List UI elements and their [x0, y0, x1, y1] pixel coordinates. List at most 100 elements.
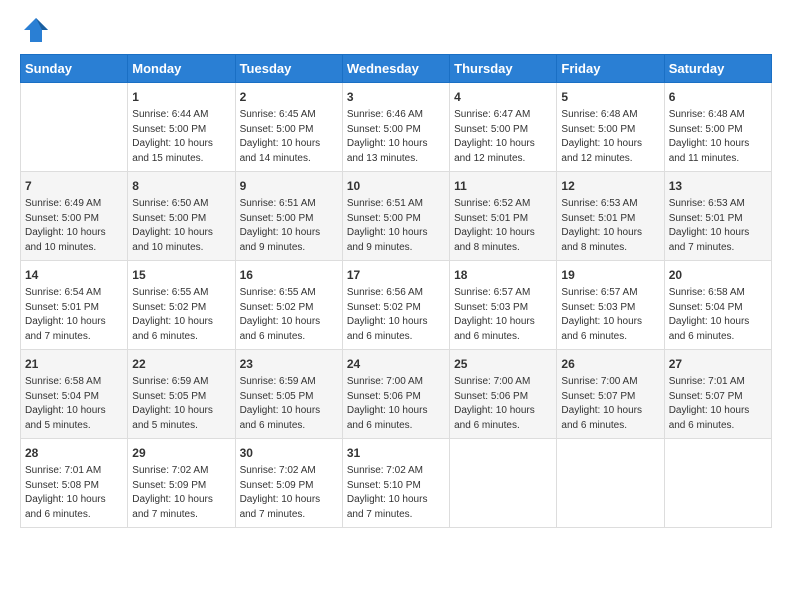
calendar-cell: 17Sunrise: 6:56 AM Sunset: 5:02 PM Dayli…: [342, 261, 449, 350]
day-content: Sunrise: 7:01 AM Sunset: 5:08 PM Dayligh…: [25, 464, 123, 522]
day-number: 28: [25, 444, 123, 462]
day-header-saturday: Saturday: [664, 55, 771, 83]
day-content: Sunrise: 6:57 AM Sunset: 5:03 PM Dayligh…: [561, 286, 659, 344]
day-number: 18: [454, 266, 552, 284]
day-number: 17: [347, 266, 445, 284]
calendar-cell: 6 Sunrise: 6:48 AM Sunset: 5:00 PM Daylig…: [664, 83, 771, 172]
day-number: 30: [240, 444, 338, 462]
calendar-week-1: 1Sunrise: 6:44 AM Sunset: 5:00 PM Daylig…: [21, 83, 772, 172]
calendar-week-3: 14Sunrise: 6:54 AM Sunset: 5:01 PM Dayli…: [21, 261, 772, 350]
day-content: Sunrise: 6:47 AM Sunset: 5:00 PM Dayligh…: [454, 108, 552, 166]
day-number: 10: [347, 177, 445, 195]
calendar-cell: [557, 439, 664, 528]
day-number: 16: [240, 266, 338, 284]
day-number: 4: [454, 88, 552, 106]
day-content: Sunrise: 6:59 AM Sunset: 5:05 PM Dayligh…: [240, 375, 338, 433]
calendar-cell: [664, 439, 771, 528]
calendar-cell: 12 Sunrise: 6:53 AM Sunset: 5:01 PM Dayli…: [557, 172, 664, 261]
calendar-week-2: 7 Sunrise: 6:49 AM Sunset: 5:00 PM Daylig…: [21, 172, 772, 261]
day-content: Sunrise: 6:48 AM Sunset: 5:00 PM Dayligh…: [669, 108, 767, 166]
day-number: 6: [669, 88, 767, 106]
day-content: Sunrise: 6:57 AM Sunset: 5:03 PM Dayligh…: [454, 286, 552, 344]
day-number: 3: [347, 88, 445, 106]
calendar-cell: 15 Sunrise: 6:55 AM Sunset: 5:02 PM Dayli…: [128, 261, 235, 350]
day-number: 14: [25, 266, 123, 284]
day-number: 24: [347, 355, 445, 373]
day-content: Sunrise: 6:49 AM Sunset: 5:00 PM Dayligh…: [25, 197, 123, 255]
calendar-cell: 14Sunrise: 6:54 AM Sunset: 5:01 PM Dayli…: [21, 261, 128, 350]
calendar-cell: 23 Sunrise: 6:59 AM Sunset: 5:05 PM Dayli…: [235, 350, 342, 439]
calendar-cell: 25Sunrise: 7:00 AM Sunset: 5:06 PM Dayli…: [450, 350, 557, 439]
day-content: Sunrise: 7:02 AM Sunset: 5:09 PM Dayligh…: [240, 464, 338, 522]
calendar-cell: 10Sunrise: 6:51 AM Sunset: 5:00 PM Dayli…: [342, 172, 449, 261]
day-number: 31: [347, 444, 445, 462]
day-number: 1: [132, 88, 230, 106]
calendar-cell: 28 Sunrise: 7:01 AM Sunset: 5:08 PM Dayli…: [21, 439, 128, 528]
day-number: 2: [240, 88, 338, 106]
calendar-cell: 7 Sunrise: 6:49 AM Sunset: 5:00 PM Daylig…: [21, 172, 128, 261]
day-number: 5: [561, 88, 659, 106]
calendar-cell: [450, 439, 557, 528]
day-number: 15: [132, 266, 230, 284]
calendar-cell: 31Sunrise: 7:02 AM Sunset: 5:10 PM Dayli…: [342, 439, 449, 528]
logo: [20, 20, 50, 38]
day-content: Sunrise: 6:50 AM Sunset: 5:00 PM Dayligh…: [132, 197, 230, 255]
calendar-cell: 2 Sunrise: 6:45 AM Sunset: 5:00 PM Daylig…: [235, 83, 342, 172]
calendar-cell: 20 Sunrise: 6:58 AM Sunset: 5:04 PM Dayli…: [664, 261, 771, 350]
calendar-cell: 1Sunrise: 6:44 AM Sunset: 5:00 PM Daylig…: [128, 83, 235, 172]
calendar-cell: 4 Sunrise: 6:47 AM Sunset: 5:00 PM Daylig…: [450, 83, 557, 172]
calendar-cell: 5 Sunrise: 6:48 AM Sunset: 5:00 PM Daylig…: [557, 83, 664, 172]
calendar-cell: 16 Sunrise: 6:55 AM Sunset: 5:02 PM Dayli…: [235, 261, 342, 350]
day-number: 13: [669, 177, 767, 195]
calendar-cell: 13Sunrise: 6:53 AM Sunset: 5:01 PM Dayli…: [664, 172, 771, 261]
calendar-week-4: 21 Sunrise: 6:58 AM Sunset: 5:04 PM Dayli…: [21, 350, 772, 439]
calendar-cell: [21, 83, 128, 172]
calendar-cell: 24 Sunrise: 7:00 AM Sunset: 5:06 PM Dayli…: [342, 350, 449, 439]
day-content: Sunrise: 6:52 AM Sunset: 5:01 PM Dayligh…: [454, 197, 552, 255]
calendar-cell: 8 Sunrise: 6:50 AM Sunset: 5:00 PM Daylig…: [128, 172, 235, 261]
day-content: Sunrise: 6:46 AM Sunset: 5:00 PM Dayligh…: [347, 108, 445, 166]
day-content: Sunrise: 6:55 AM Sunset: 5:02 PM Dayligh…: [240, 286, 338, 344]
calendar-table: SundayMondayTuesdayWednesdayThursdayFrid…: [20, 54, 772, 528]
calendar-cell: 18 Sunrise: 6:57 AM Sunset: 5:03 PM Dayli…: [450, 261, 557, 350]
day-header-tuesday: Tuesday: [235, 55, 342, 83]
day-content: Sunrise: 6:53 AM Sunset: 5:01 PM Dayligh…: [561, 197, 659, 255]
day-header-wednesday: Wednesday: [342, 55, 449, 83]
day-header-monday: Monday: [128, 55, 235, 83]
calendar-cell: 30 Sunrise: 7:02 AM Sunset: 5:09 PM Dayli…: [235, 439, 342, 528]
day-content: Sunrise: 6:59 AM Sunset: 5:05 PM Dayligh…: [132, 375, 230, 433]
day-header-sunday: Sunday: [21, 55, 128, 83]
calendar-cell: 3 Sunrise: 6:46 AM Sunset: 5:00 PM Daylig…: [342, 83, 449, 172]
page-header: [20, 20, 772, 38]
day-header-friday: Friday: [557, 55, 664, 83]
logo-icon: [22, 16, 50, 44]
calendar-cell: 21 Sunrise: 6:58 AM Sunset: 5:04 PM Dayli…: [21, 350, 128, 439]
day-content: Sunrise: 6:58 AM Sunset: 5:04 PM Dayligh…: [25, 375, 123, 433]
day-content: Sunrise: 6:51 AM Sunset: 5:00 PM Dayligh…: [240, 197, 338, 255]
day-content: Sunrise: 6:45 AM Sunset: 5:00 PM Dayligh…: [240, 108, 338, 166]
day-content: Sunrise: 7:00 AM Sunset: 5:06 PM Dayligh…: [347, 375, 445, 433]
day-content: Sunrise: 7:01 AM Sunset: 5:07 PM Dayligh…: [669, 375, 767, 433]
day-number: 20: [669, 266, 767, 284]
day-number: 26: [561, 355, 659, 373]
day-number: 23: [240, 355, 338, 373]
day-number: 12: [561, 177, 659, 195]
calendar-week-5: 28 Sunrise: 7:01 AM Sunset: 5:08 PM Dayli…: [21, 439, 772, 528]
day-content: Sunrise: 6:55 AM Sunset: 5:02 PM Dayligh…: [132, 286, 230, 344]
day-content: Sunrise: 6:48 AM Sunset: 5:00 PM Dayligh…: [561, 108, 659, 166]
day-number: 7: [25, 177, 123, 195]
day-header-thursday: Thursday: [450, 55, 557, 83]
day-content: Sunrise: 6:58 AM Sunset: 5:04 PM Dayligh…: [669, 286, 767, 344]
calendar-cell: 27 Sunrise: 7:01 AM Sunset: 5:07 PM Dayli…: [664, 350, 771, 439]
calendar-cell: 11 Sunrise: 6:52 AM Sunset: 5:01 PM Dayli…: [450, 172, 557, 261]
day-content: Sunrise: 7:02 AM Sunset: 5:09 PM Dayligh…: [132, 464, 230, 522]
day-content: Sunrise: 7:00 AM Sunset: 5:06 PM Dayligh…: [454, 375, 552, 433]
day-number: 21: [25, 355, 123, 373]
calendar-cell: 9Sunrise: 6:51 AM Sunset: 5:00 PM Daylig…: [235, 172, 342, 261]
calendar-cell: 29 Sunrise: 7:02 AM Sunset: 5:09 PM Dayli…: [128, 439, 235, 528]
day-number: 29: [132, 444, 230, 462]
day-number: 11: [454, 177, 552, 195]
calendar-cell: 19Sunrise: 6:57 AM Sunset: 5:03 PM Dayli…: [557, 261, 664, 350]
day-number: 27: [669, 355, 767, 373]
day-number: 8: [132, 177, 230, 195]
